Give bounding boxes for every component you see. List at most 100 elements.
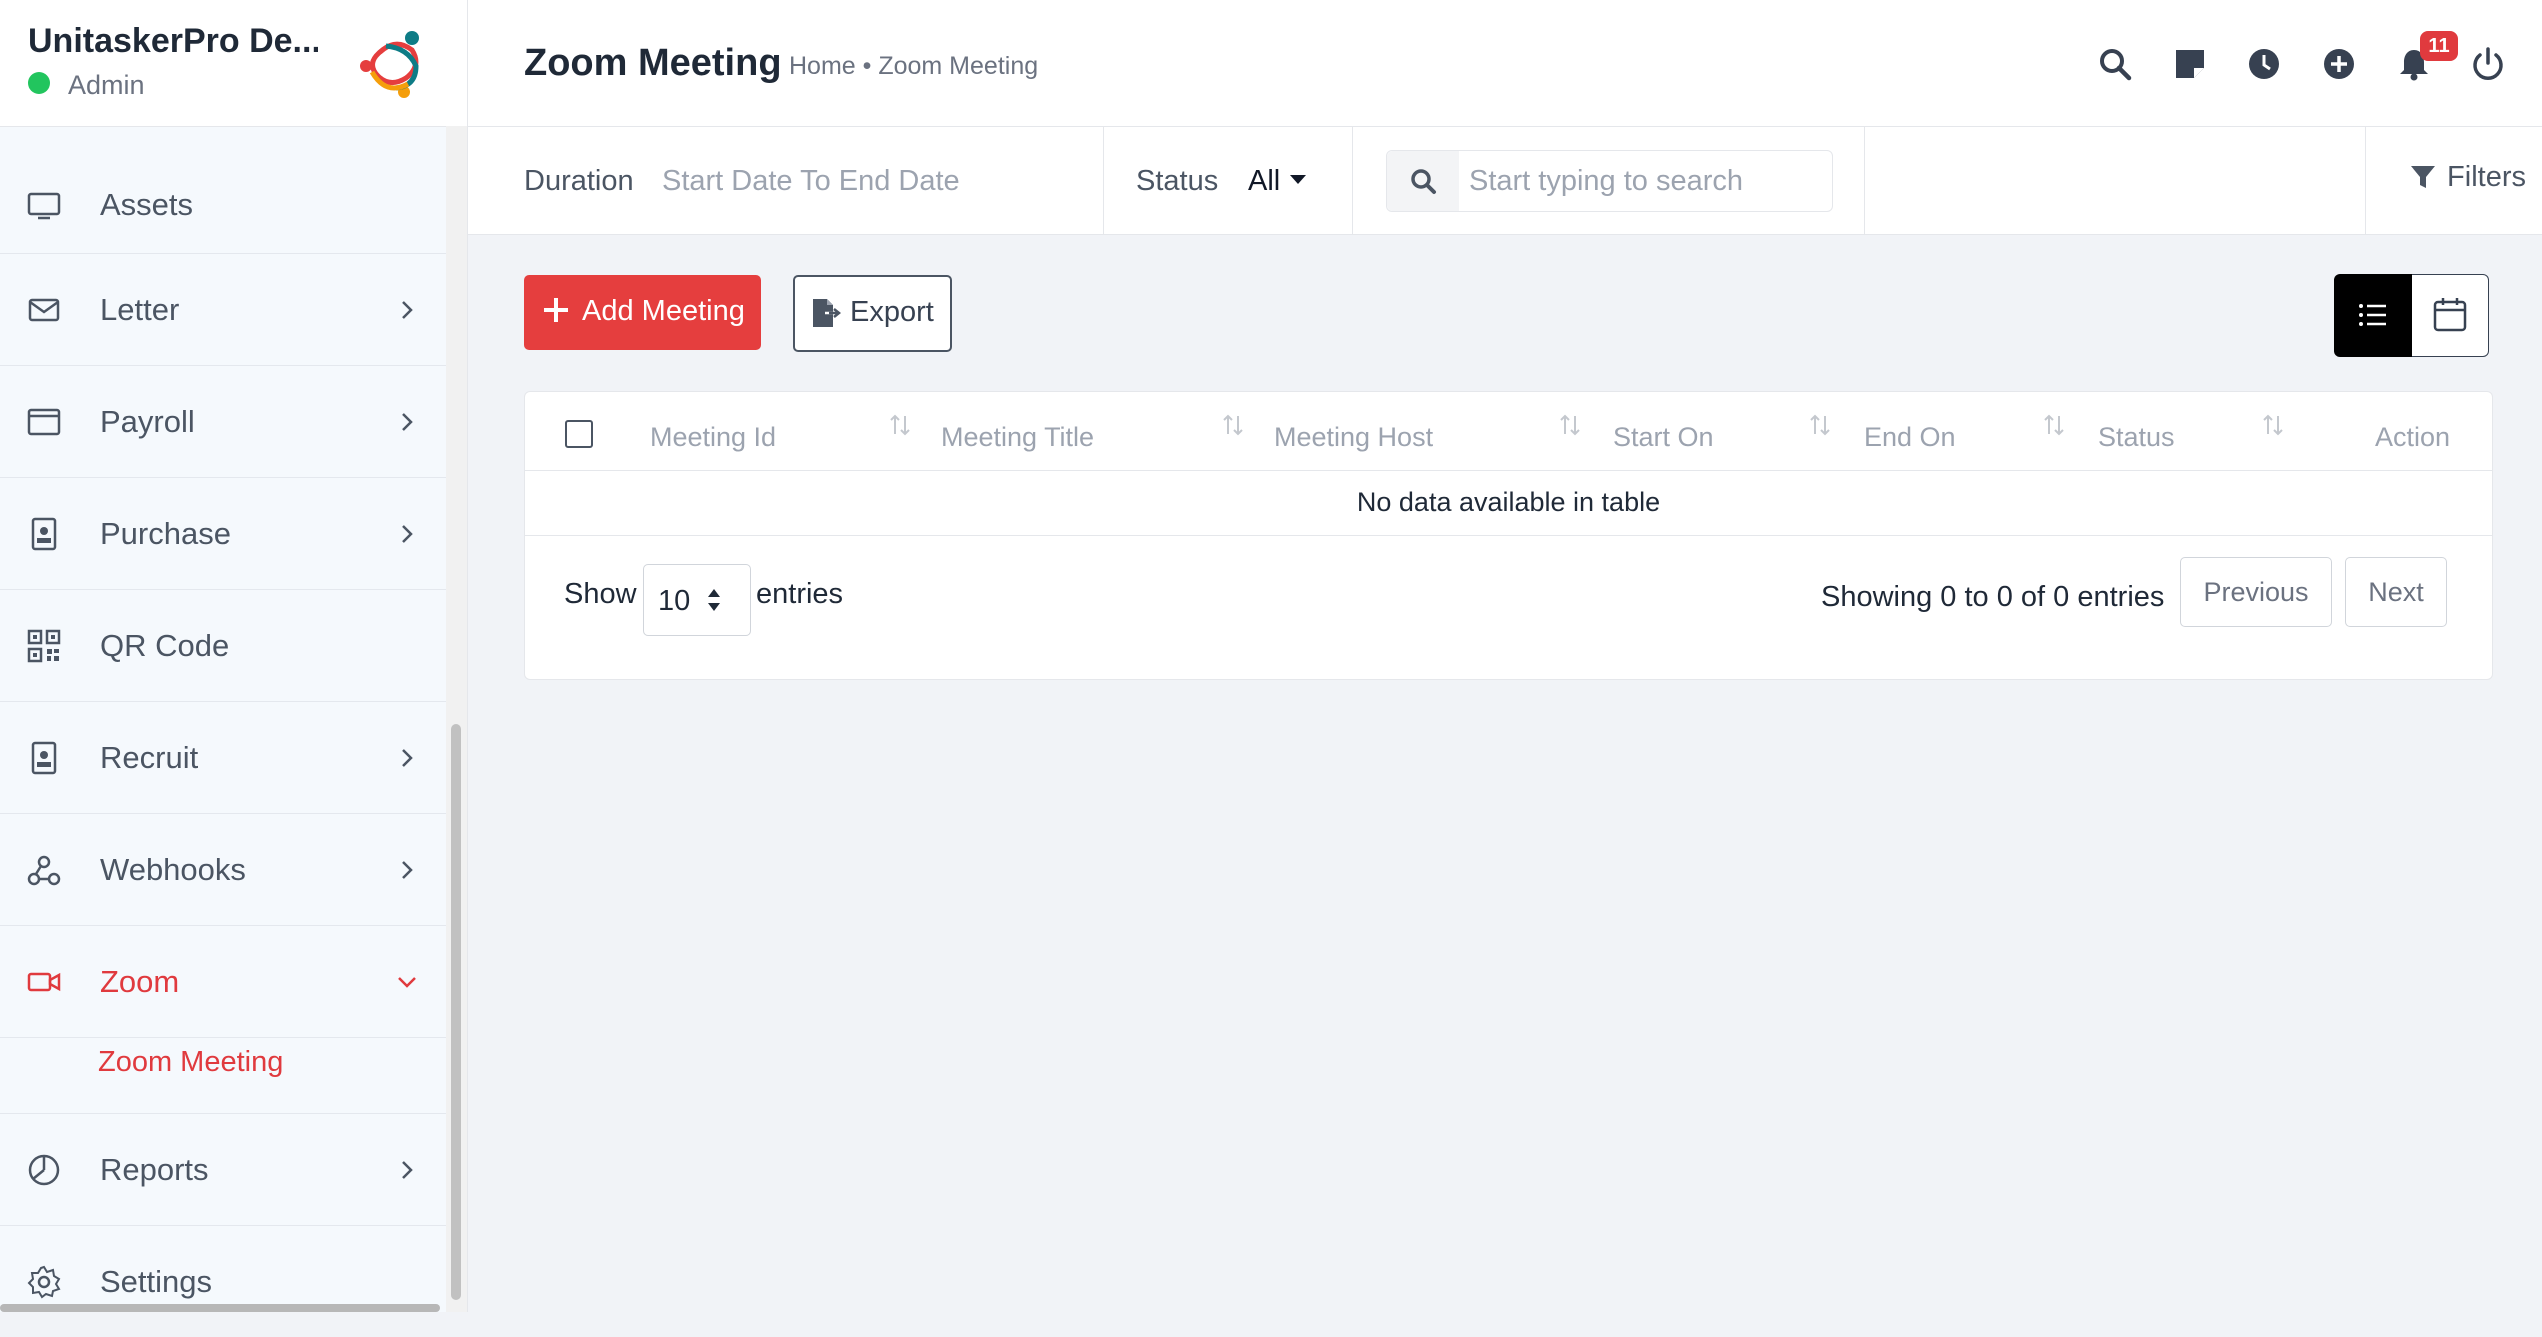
filter-divider (1864, 127, 1865, 234)
sidebar-item-qr-code[interactable]: QR Code (0, 590, 446, 702)
sidebar-item-payroll[interactable]: Payroll (0, 366, 446, 478)
chevron-down-icon (398, 976, 416, 988)
sort-icon[interactable] (2261, 412, 2285, 438)
sidebar-item-reports[interactable]: Reports (0, 1114, 446, 1226)
status-select[interactable]: All (1248, 165, 1280, 198)
search-input[interactable] (1467, 151, 1821, 211)
sidebar-item-label: Recruit (100, 739, 199, 775)
sidebar-item-letter[interactable]: Letter (0, 254, 446, 366)
payroll-card-icon (27, 408, 61, 435)
gear-icon (27, 1265, 61, 1298)
chevron-right-icon (402, 860, 413, 879)
pie-chart-icon (28, 1154, 60, 1185)
top-header: Zoom Meeting Home • Zoom Meeting (468, 0, 2542, 127)
column-header-action: Action (2375, 422, 2451, 452)
webhooks-icon (27, 855, 61, 885)
video-camera-icon (27, 972, 61, 991)
sidebar-item-recruit[interactable]: Recruit (0, 702, 446, 814)
sidebar-item-settings[interactable]: Settings (0, 1226, 446, 1337)
filter-funnel-icon (2411, 166, 2436, 188)
sort-icon[interactable] (888, 412, 912, 438)
page-title: Zoom Meeting (524, 42, 782, 84)
column-header-meeting-title[interactable]: Meeting Title (941, 422, 1094, 453)
empty-table-message: No data available in table (525, 470, 2492, 536)
filters-button[interactable]: Filters (2411, 161, 2526, 194)
filter-divider (1103, 127, 1104, 234)
sidebar-item-label: Settings (100, 1263, 213, 1299)
sidebar-item-label: Purchase (100, 515, 231, 551)
sidebar-scrollbar-thumb[interactable] (451, 724, 461, 1300)
recruit-id-icon (31, 741, 57, 774)
envelope-icon (28, 298, 60, 321)
add-meeting-label: Add Meeting (582, 295, 745, 327)
sidebar-horizontal-scrollbar[interactable] (0, 1304, 440, 1312)
next-page-button[interactable]: Next (2345, 557, 2447, 627)
sort-icon[interactable] (2042, 412, 2066, 438)
sidebar-item-label: Zoom (100, 963, 180, 999)
column-header-meeting-host[interactable]: Meeting Host (1274, 422, 1433, 453)
list-icon (2359, 304, 2386, 326)
purchase-id-icon (31, 517, 57, 550)
export-label: Export (850, 296, 934, 328)
sticky-note-icon[interactable] (2172, 46, 2208, 82)
chevron-right-icon (402, 300, 413, 319)
calendar-icon (2433, 298, 2467, 332)
search-icon[interactable] (2097, 46, 2133, 82)
sidebar-item-label: Payroll (100, 403, 195, 439)
date-range-input[interactable]: Start Date To End Date (662, 165, 960, 198)
meetings-table-card: Meeting Id Meeting Title Meeting Host St… (524, 391, 2493, 680)
submenu-label: Zoom Meeting (98, 1046, 284, 1078)
entries-label: entries (756, 578, 844, 610)
entries-value: 10 (658, 585, 691, 617)
sidebar-item-label: Webhooks (100, 851, 246, 887)
sidebar-item-label: QR Code (100, 627, 230, 663)
search-icon (1411, 169, 1436, 194)
filter-divider (2365, 127, 2366, 234)
chevron-right-icon (402, 1160, 413, 1179)
select-arrows-icon (708, 589, 720, 611)
filters-label: Filters (2447, 161, 2526, 193)
list-view-toggle[interactable] (2334, 274, 2412, 357)
sidebar-item-zoom[interactable]: Zoom (0, 926, 446, 1038)
company-logo-icon[interactable] (356, 26, 432, 102)
file-export-icon (813, 299, 841, 327)
chevron-right-icon (402, 524, 413, 543)
submenu-item-zoom-meeting[interactable]: Zoom Meeting (0, 1038, 446, 1114)
select-all-checkbox[interactable] (565, 420, 593, 448)
search-button[interactable] (1387, 151, 1459, 211)
export-button[interactable]: Export (793, 275, 952, 352)
add-meeting-button[interactable]: Add Meeting (524, 275, 761, 350)
clock-icon[interactable] (2246, 46, 2282, 82)
qr-code-icon (27, 629, 61, 662)
entries-per-page-select[interactable]: 10 (643, 564, 751, 636)
column-header-status[interactable]: Status (2098, 422, 2175, 453)
sort-icon[interactable] (1558, 412, 1582, 438)
table-info: Showing 0 to 0 of 0 entries (1821, 581, 2165, 613)
caret-down-icon (1290, 175, 1306, 184)
sidebar-item-purchase[interactable]: Purchase (0, 478, 446, 590)
sort-icon[interactable] (1808, 412, 1832, 438)
sort-icon[interactable] (1221, 412, 1245, 438)
calendar-view-toggle[interactable] (2412, 274, 2489, 357)
user-role: Admin (68, 70, 145, 100)
filter-bar: Duration Start Date To End Date Status A… (468, 127, 2542, 235)
company-name[interactable]: UnitaskerPro De... (28, 22, 318, 61)
sidebar-item-webhooks[interactable]: Webhooks (0, 814, 446, 926)
monitor-icon (27, 192, 61, 219)
search-box (1386, 150, 1833, 212)
power-icon[interactable] (2470, 46, 2506, 82)
column-header-start-on[interactable]: Start On (1613, 422, 1714, 453)
column-header-meeting-id[interactable]: Meeting Id (650, 422, 776, 453)
previous-page-button[interactable]: Previous (2180, 557, 2332, 627)
sidebar-item-label: Letter (100, 291, 180, 327)
breadcrumb[interactable]: Home • Zoom Meeting (789, 52, 1038, 81)
chevron-right-icon (402, 748, 413, 767)
filter-divider (1352, 127, 1353, 234)
column-header-end-on[interactable]: End On (1864, 422, 1956, 453)
status-label: Status (1136, 165, 1219, 197)
sidebar-item-assets[interactable]: Assets (0, 156, 446, 254)
sidebar: UnitaskerPro De... Admin Assets Letter P… (0, 0, 468, 1312)
show-label: Show (564, 578, 637, 610)
sidebar-item-label: Assets (100, 186, 194, 222)
plus-circle-icon[interactable] (2321, 46, 2357, 82)
